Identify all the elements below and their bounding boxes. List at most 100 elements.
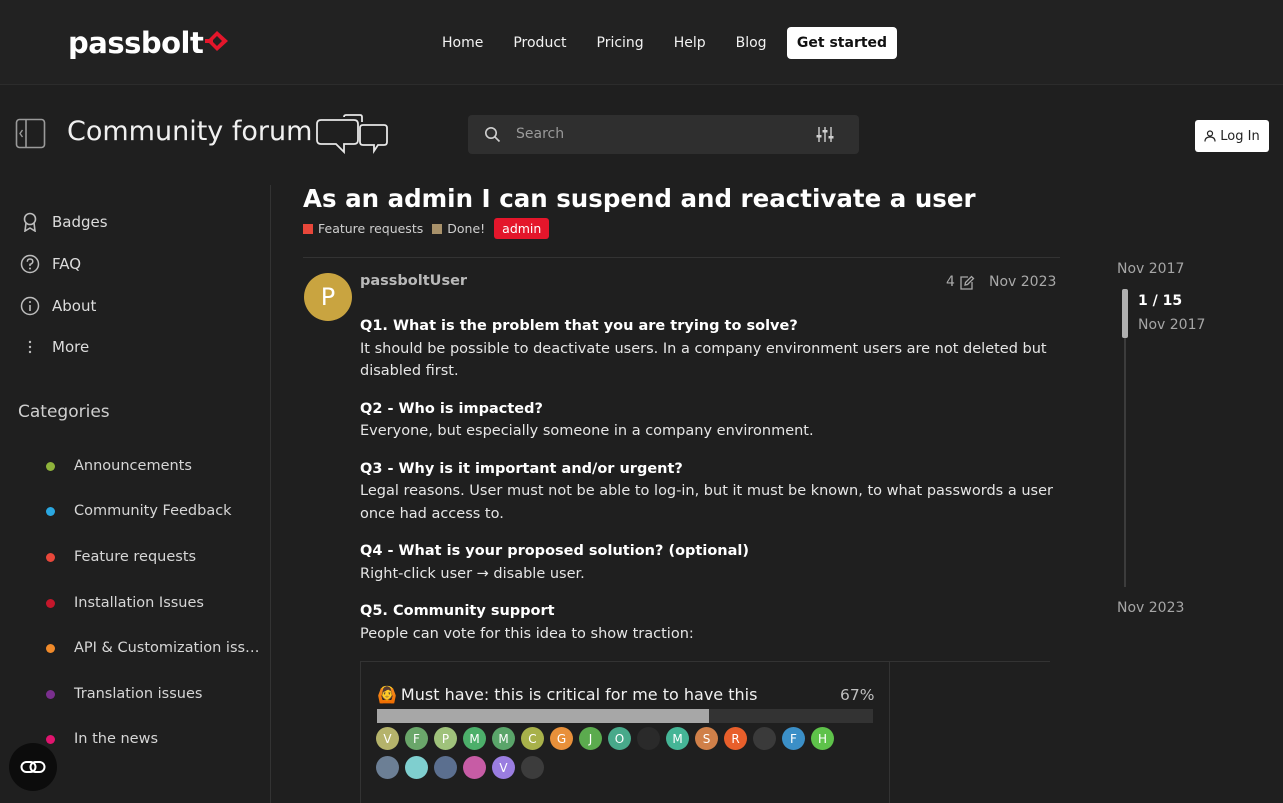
voter-avatar[interactable]: F <box>405 727 428 750</box>
voter-avatar[interactable]: F <box>782 727 805 750</box>
category-feature-requests[interactable]: Feature requests <box>46 549 196 565</box>
voter-avatar[interactable] <box>434 756 457 779</box>
voter-avatar[interactable] <box>753 727 776 750</box>
nav-blog[interactable]: Blog <box>736 35 767 51</box>
voter-avatar[interactable]: V <box>492 756 515 779</box>
voter-avatar[interactable]: G <box>550 727 573 750</box>
voter-avatar[interactable] <box>463 756 486 779</box>
poll-option[interactable]: 🙆 Must have: this is critical for me to … <box>377 685 757 704</box>
section-question: Q1. What is the problem that you are try… <box>360 318 798 334</box>
poll-divider <box>889 661 890 803</box>
sidebar-item-about[interactable]: About <box>20 296 96 316</box>
nav-help[interactable]: Help <box>674 35 706 51</box>
section-answer: Legal reasons. User must not be able to … <box>360 483 1053 522</box>
category-label: Installation Issues <box>74 595 204 611</box>
voter-avatar[interactable] <box>405 756 428 779</box>
category-label: Announcements <box>74 458 192 474</box>
poll-bar <box>377 709 873 723</box>
sidebar-item-label: More <box>52 338 90 356</box>
categories-heading[interactable]: Categories <box>18 402 110 422</box>
pencil-icon <box>960 275 975 290</box>
category-color-dot <box>46 506 55 516</box>
voter-avatar[interactable]: P <box>434 727 457 750</box>
timeline-handle[interactable] <box>1122 289 1128 338</box>
voter-avatar[interactable]: R <box>724 727 747 750</box>
nav-pricing[interactable]: Pricing <box>597 35 644 51</box>
sidebar-item-more[interactable]: More <box>20 337 89 357</box>
user-icon <box>1204 130 1216 142</box>
sidebar-toggle-icon[interactable] <box>15 118 46 149</box>
search-input[interactable]: Search <box>516 126 564 142</box>
voter-avatar[interactable]: H <box>811 727 834 750</box>
voter-avatar[interactable] <box>521 756 544 779</box>
voter-avatar[interactable]: O <box>608 727 631 750</box>
category-label: Feature requests <box>74 549 197 565</box>
category-in-the-news[interactable]: In the news <box>46 731 158 747</box>
poll-bar-fill <box>377 709 710 723</box>
post-body: Q1. What is the problem that you are try… <box>360 315 1060 660</box>
timeline-position: 1 / 15 <box>1138 293 1183 309</box>
topic-divider <box>303 257 1060 258</box>
chat-widget-button[interactable] <box>9 743 57 791</box>
poll-option-label: Must have: this is critical for me to ha… <box>400 685 758 704</box>
category-api-customization[interactable]: API & Customization iss… <box>46 640 260 656</box>
edit-history[interactable]: 4 <box>946 274 975 290</box>
category-color-square <box>303 223 313 234</box>
voter-avatar[interactable] <box>637 727 660 750</box>
nav-home[interactable]: Home <box>442 35 483 51</box>
category-color-dot <box>46 552 55 562</box>
category-color-dot <box>46 734 55 744</box>
voter-avatar[interactable]: M <box>666 727 689 750</box>
voter-avatar[interactable]: C <box>521 727 544 750</box>
post-section: Q5. Community support People can vote fo… <box>360 600 1060 645</box>
chat-widget-icon <box>20 761 46 773</box>
topic-title[interactable]: As an admin I can suspend and reactivate… <box>303 184 976 213</box>
category-label: In the news <box>74 731 159 747</box>
sidebar-divider <box>270 185 271 803</box>
section-question: Q3 - Why is it important and/or urgent? <box>360 460 683 477</box>
category-color-dot <box>46 598 55 608</box>
category-announcements[interactable]: Announcements <box>46 458 192 474</box>
topic-subcategory[interactable]: Done! <box>447 221 485 236</box>
category-label: Translation issues <box>74 686 203 702</box>
login-button[interactable]: Log In <box>1195 120 1269 152</box>
post-username[interactable]: passboltUser <box>360 273 467 289</box>
search-filter-icon[interactable] <box>816 126 834 143</box>
section-answer: People can vote for this idea to show tr… <box>360 625 694 642</box>
poll-option-percent: 67% <box>840 686 875 704</box>
voter-avatar[interactable]: M <box>463 727 486 750</box>
sidebar-item-label: FAQ <box>52 255 82 273</box>
post-section: Q4 - What is your proposed solution? (op… <box>360 540 1060 585</box>
section-question: Q5. Community support <box>360 603 555 619</box>
category-label: Community Feedback <box>74 503 232 519</box>
timeline-start-date[interactable]: Nov 2017 <box>1117 261 1184 277</box>
voter-avatar[interactable]: V <box>376 727 399 750</box>
voter-avatar[interactable] <box>376 756 399 779</box>
topic-tag[interactable]: admin <box>494 218 550 239</box>
voter-avatar[interactable]: S <box>695 727 718 750</box>
question-icon <box>20 254 40 274</box>
nav-product[interactable]: Product <box>513 35 566 51</box>
section-question: Q2 - Who is impacted? <box>360 400 543 417</box>
info-icon <box>20 296 40 316</box>
category-installation-issues[interactable]: Installation Issues <box>46 595 204 611</box>
section-answer: Everyone, but especially someone in a co… <box>360 423 814 439</box>
avatar[interactable]: P <box>304 273 352 321</box>
search-bar[interactable]: Search <box>468 115 859 154</box>
post-date[interactable]: Nov 2023 <box>989 274 1056 290</box>
topic-category[interactable]: Feature requests <box>318 221 423 236</box>
sidebar-item-badges[interactable]: Badges <box>20 212 108 232</box>
topic-meta: Feature requests Done! admin <box>303 218 550 239</box>
voter-avatar[interactable]: M <box>492 727 515 750</box>
post-section: Q2 - Who is impacted? Everyone, but espe… <box>360 398 1060 443</box>
passbolt-logo[interactable]: passbolt <box>68 26 204 60</box>
category-community-feedback[interactable]: Community Feedback <box>46 503 232 519</box>
category-translation-issues[interactable]: Translation issues <box>46 686 202 702</box>
timeline-end-date[interactable]: Nov 2023 <box>1117 600 1184 616</box>
forum-title[interactable]: Community forum <box>67 116 312 147</box>
get-started-button[interactable]: Get started <box>787 27 897 59</box>
sidebar-item-label: About <box>52 297 97 315</box>
category-label: API & Customization iss… <box>74 640 260 656</box>
sidebar-item-faq[interactable]: FAQ <box>20 254 81 274</box>
voter-avatar[interactable]: J <box>579 727 602 750</box>
